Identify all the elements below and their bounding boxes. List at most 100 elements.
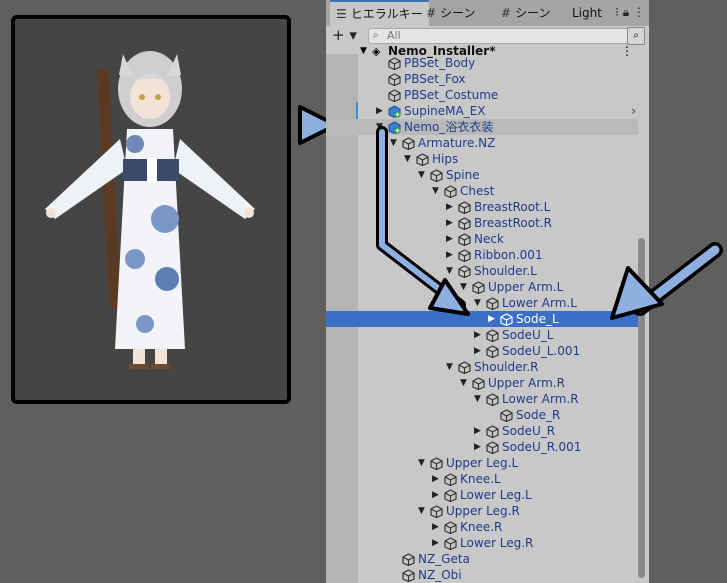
tree-row[interactable]: PBSet_Body — [326, 55, 638, 71]
chevron-right-icon[interactable]: › — [631, 103, 636, 119]
tree-row[interactable]: ▼ Spine — [326, 167, 638, 183]
tree-row[interactable]: ▶ SodeU_R — [326, 423, 638, 439]
collapse-arrow-icon[interactable]: ▼ — [418, 167, 425, 183]
hierarchy-icon: ☰ — [336, 7, 347, 21]
expand-arrow-icon[interactable]: ▶ — [474, 343, 481, 359]
gameobject-icon — [444, 537, 457, 550]
tree-row-label: Lower Arm.L — [502, 296, 577, 310]
expand-arrow-icon[interactable]: ▶ — [446, 231, 453, 247]
collapse-arrow-icon[interactable]: ▼ — [390, 135, 397, 151]
lock-icon[interactable]: 🔒︎ — [623, 5, 629, 19]
tree-row[interactable]: ▶ Knee.L — [326, 471, 638, 487]
expand-arrow-icon[interactable]: ▶ — [474, 439, 481, 455]
expand-arrow-icon[interactable]: ▶ — [446, 247, 453, 263]
tree-row-label: PBSet_Body — [404, 56, 476, 70]
tree-row-label: Sode_R — [516, 408, 561, 422]
gameobject-icon — [458, 201, 471, 214]
tree-row[interactable]: ▼ Upper Leg.R — [326, 503, 638, 519]
menu-icon[interactable]: ⋮ — [633, 5, 645, 19]
collapse-arrow-icon[interactable]: ▼ — [418, 455, 425, 471]
expand-arrow-icon[interactable]: ▶ — [474, 327, 481, 343]
tab-hierarchy[interactable]: ☰ ヒエラルキー — [330, 0, 429, 27]
gameobject-icon — [430, 505, 443, 518]
collapse-arrow-icon[interactable]: ▼ — [404, 151, 411, 167]
tree-row[interactable]: ▶ Knee.R — [326, 519, 638, 535]
expand-arrow-icon[interactable]: ▶ — [474, 423, 481, 439]
gameobject-icon — [444, 489, 457, 502]
prefab-icon — [388, 89, 401, 102]
scrollbar[interactable] — [638, 238, 645, 578]
tree-row-selected[interactable]: ▶ Sode_L — [326, 311, 638, 327]
avatar-preview — [11, 15, 291, 404]
tree-row-label: Chest — [460, 184, 495, 198]
tree-row[interactable]: ▶ SupineMA_EX › — [326, 103, 638, 119]
collapse-arrow-icon[interactable]: ▼ — [376, 119, 383, 135]
tree-row-label: Upper Leg.L — [446, 456, 519, 470]
tree-row[interactable]: ▶ BreastRoot.R — [326, 215, 638, 231]
tree-row-label: SodeU_L.001 — [502, 344, 581, 358]
tree-row[interactable]: ▼ Hips — [326, 151, 638, 167]
tree-row[interactable]: ▶ SodeU_L.001 — [326, 343, 638, 359]
collapse-arrow-icon[interactable]: ▼ — [460, 375, 467, 391]
tree-row[interactable]: ▶ Neck — [326, 231, 638, 247]
gameobject-icon — [500, 409, 513, 422]
expand-arrow-icon[interactable]: ▶ — [446, 199, 453, 215]
tree-row[interactable]: Sode_R — [326, 407, 638, 423]
tree-row[interactable]: ▼ Chest — [326, 183, 638, 199]
tree-row[interactable]: ▼ Armature.NZ — [326, 135, 638, 151]
tree-row[interactable]: NZ_Geta — [326, 551, 638, 567]
tree-row-label: Spine — [446, 168, 480, 182]
tree-row[interactable]: ▼ Shoulder.R — [326, 359, 638, 375]
tree-row[interactable]: ▼ Upper Arm.R — [326, 375, 638, 391]
tree-row-label: Lower Arm.R — [502, 392, 579, 406]
tree-row[interactable]: ▼ Lower Arm.R — [326, 391, 638, 407]
more-tabs-icon[interactable]: ⁝ — [615, 5, 619, 19]
avatar-figure — [45, 51, 255, 369]
tree-row[interactable]: PBSet_Fox — [326, 71, 638, 87]
tree-row[interactable]: PBSet_Costume — [326, 87, 638, 103]
tree-row[interactable]: ▼ Upper Arm.L — [326, 279, 638, 295]
expand-arrow-icon[interactable]: ▶ — [376, 103, 383, 119]
tree-row[interactable]: ▶ BreastRoot.L — [326, 199, 638, 215]
tree-row-label: PBSet_Costume — [404, 88, 499, 102]
expand-arrow-icon[interactable]: ▶ — [432, 487, 439, 503]
tree-row[interactable]: ▼ Upper Leg.L — [326, 455, 638, 471]
tree-row[interactable]: NZ_Obi — [326, 567, 638, 583]
prefab-icon — [388, 57, 401, 70]
tab-controls: ⁝ 🔒︎ ⋮ — [615, 5, 645, 20]
collapse-arrow-icon[interactable]: ▼ — [432, 183, 439, 199]
collapse-arrow-icon[interactable]: ▼ — [446, 359, 453, 375]
collapse-arrow-icon[interactable]: ▼ — [418, 503, 425, 519]
tab-scene-1[interactable]: # シーン — [426, 0, 475, 26]
tree-row-label: SodeU_L — [502, 328, 554, 342]
grid-icon: # — [426, 6, 437, 20]
tree-row[interactable]: ▶ Lower Leg.R — [326, 535, 638, 551]
expand-arrow-icon[interactable]: ▶ — [488, 311, 495, 327]
tab-scene-2[interactable]: # シーン — [501, 0, 550, 26]
tab-lighting[interactable]: Light — [572, 0, 602, 26]
collapse-arrow-icon[interactable]: ▼ — [474, 391, 481, 407]
tree-row[interactable]: ▶ Ribbon.001 — [326, 247, 638, 263]
tree-row[interactable]: ▼ Nemo_浴衣衣装 — [326, 119, 638, 135]
tree-row[interactable]: ▶ SodeU_L — [326, 327, 638, 343]
gameobject-icon — [444, 521, 457, 534]
collapse-arrow-icon[interactable]: ▼ — [460, 279, 467, 295]
collapse-arrow-icon[interactable]: ▼ — [446, 263, 453, 279]
tab-bar: ☰ ヒエラルキー # シーン # シーン Light ⁝ 🔒︎ ⋮ — [326, 0, 649, 27]
tree-row[interactable]: ▼ Shoulder.L — [326, 263, 638, 279]
tree-row[interactable]: ▼ Lower Arm.L — [326, 295, 638, 311]
tree-row-label: Neck — [474, 232, 504, 246]
expand-arrow-icon[interactable]: ▶ — [446, 215, 453, 231]
tree-row[interactable]: ▶ SodeU_R.001 — [326, 439, 638, 455]
expand-arrow-icon[interactable]: ▶ — [432, 535, 439, 551]
gameobject-icon — [402, 553, 415, 566]
collapse-arrow-icon[interactable]: ▼ — [474, 295, 481, 311]
tree-row-label: Sode_L — [516, 312, 559, 326]
expand-arrow-icon[interactable]: ▶ — [432, 519, 439, 535]
tree-row-label: PBSet_Fox — [404, 72, 466, 86]
gameobject-icon — [402, 569, 415, 582]
expand-arrow-icon[interactable]: ▶ — [432, 471, 439, 487]
gameobject-icon — [486, 345, 499, 358]
gameobject-icon — [472, 377, 485, 390]
tree-row[interactable]: ▶ Lower Leg.L — [326, 487, 638, 503]
